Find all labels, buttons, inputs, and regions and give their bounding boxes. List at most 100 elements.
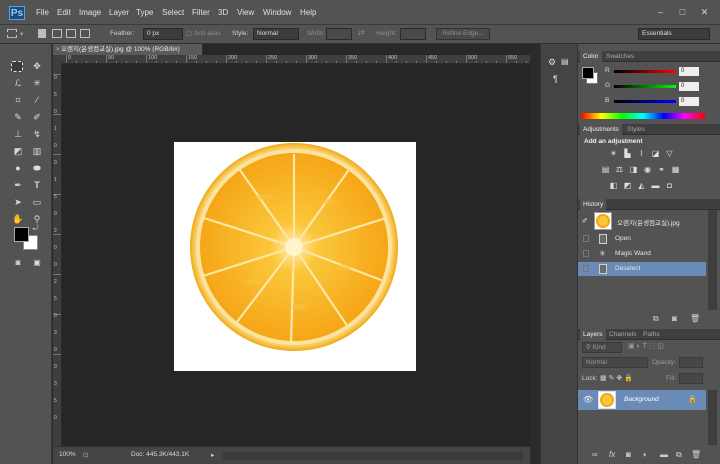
- color-fg-swatch[interactable]: [582, 67, 594, 79]
- swap-dimensions-icon[interactable]: ⇄: [358, 28, 365, 37]
- screen-mode-icon[interactable]: ▣: [30, 256, 44, 269]
- new-adjustment-layer-icon[interactable]: ◐: [643, 450, 648, 459]
- tab-adjustments[interactable]: Adjustments: [580, 124, 622, 135]
- vibrance-icon[interactable]: ▽: [664, 149, 675, 159]
- preset-dropdown-arrow-icon[interactable]: ▾: [20, 30, 23, 38]
- arrange-icon[interactable]: ▤: [561, 57, 569, 66]
- color-balance-icon[interactable]: ⚖: [614, 165, 625, 175]
- history-item-deselect[interactable]: Deselect: [578, 262, 706, 276]
- move-tool-icon[interactable]: ✥: [30, 60, 44, 73]
- gradient-tool-icon[interactable]: ▥: [30, 145, 44, 158]
- eraser-tool-icon[interactable]: ◩: [11, 145, 25, 158]
- intersect-selection-icon[interactable]: [80, 29, 90, 38]
- menu-select[interactable]: Select: [162, 8, 184, 17]
- minimize-button[interactable]: –: [655, 7, 666, 17]
- brightness-icon[interactable]: ☀: [608, 149, 619, 159]
- rectangle-tool-icon[interactable]: ▭: [30, 196, 44, 209]
- workspace-select[interactable]: Essentials: [638, 28, 710, 40]
- menu-view[interactable]: View: [237, 8, 254, 17]
- menu-layer[interactable]: Layer: [109, 8, 129, 17]
- feather-input[interactable]: 0 px: [143, 28, 183, 40]
- status-menu-arrow-icon[interactable]: ▸: [211, 451, 214, 459]
- rectangular-marquee-tool-icon[interactable]: [11, 61, 23, 72]
- close-window-button[interactable]: ✕: [699, 7, 710, 17]
- menu-edit[interactable]: Edit: [57, 8, 71, 17]
- blur-tool-icon[interactable]: ●: [11, 162, 25, 175]
- curves-icon[interactable]: ⌇: [636, 149, 647, 159]
- new-group-icon[interactable]: ▬: [660, 450, 668, 459]
- lasso-tool-icon[interactable]: ℒ: [11, 77, 25, 90]
- add-mask-icon[interactable]: ◙: [626, 450, 631, 459]
- width-input[interactable]: [326, 28, 352, 40]
- height-input[interactable]: [400, 28, 426, 40]
- posterize-icon[interactable]: ◩: [622, 181, 633, 191]
- blend-mode-select[interactable]: Normal: [582, 357, 648, 368]
- swap-colors-icon[interactable]: ⤾: [31, 224, 40, 233]
- photo-filter-icon[interactable]: ◉: [642, 165, 653, 175]
- brush-tool-icon[interactable]: ✐: [30, 111, 44, 124]
- color-lookup-icon[interactable]: ▦: [670, 165, 681, 175]
- tab-channels[interactable]: Channels: [606, 329, 639, 340]
- invert-icon[interactable]: ◧: [608, 181, 619, 191]
- layer-row-background[interactable]: 👁 Background 🔒: [578, 390, 706, 410]
- marquee-preset-icon[interactable]: [7, 29, 17, 38]
- color-spectrum-bar[interactable]: [581, 113, 705, 119]
- tab-paths[interactable]: Paths: [640, 329, 663, 340]
- history-checkbox[interactable]: [583, 250, 589, 257]
- history-checkbox[interactable]: [583, 235, 589, 242]
- black-white-icon[interactable]: ◨: [628, 165, 639, 175]
- dodge-tool-icon[interactable]: ⬬: [30, 162, 44, 175]
- document-canvas[interactable]: [174, 142, 416, 371]
- tab-history[interactable]: History: [580, 199, 607, 210]
- tab-layers[interactable]: Layers: [580, 329, 606, 340]
- clone-stamp-tool-icon[interactable]: ⊥: [11, 128, 25, 141]
- layer-filter-icons[interactable]: ▣ ◐ T ⬚ ◫: [628, 342, 664, 350]
- hand-tool-icon[interactable]: ✋: [11, 213, 25, 226]
- threshold-icon[interactable]: ◭: [636, 181, 647, 191]
- menu-window[interactable]: Window: [263, 8, 291, 17]
- new-selection-icon[interactable]: [38, 29, 46, 38]
- levels-icon[interactable]: ▙: [622, 149, 633, 159]
- add-selection-icon[interactable]: [52, 29, 62, 38]
- zoom-level[interactable]: 100%: [59, 451, 76, 458]
- gradient-map-icon[interactable]: ▬: [650, 181, 661, 191]
- history-scrollbar[interactable]: [708, 210, 717, 310]
- menu-help[interactable]: Help: [300, 8, 316, 17]
- horizontal-scrollbar[interactable]: [223, 452, 523, 460]
- layer-style-icon[interactable]: fx: [609, 450, 615, 459]
- refine-edge-button[interactable]: Refine Edge...: [436, 28, 490, 40]
- pen-tool-icon[interactable]: ✒: [11, 179, 25, 192]
- quick-mask-icon[interactable]: ◙: [11, 256, 25, 269]
- text-panel-icon[interactable]: ¶: [553, 74, 558, 84]
- red-value[interactable]: 0: [679, 67, 699, 76]
- crop-tool-icon[interactable]: ⌗: [11, 94, 25, 107]
- opacity-input[interactable]: [679, 357, 703, 368]
- layer-name[interactable]: Background: [624, 396, 659, 403]
- red-slider[interactable]: [614, 70, 676, 73]
- foreground-color-swatch[interactable]: [14, 227, 29, 242]
- history-brush-source-icon[interactable]: ✐: [582, 217, 588, 225]
- green-slider[interactable]: [614, 85, 676, 88]
- link-layers-icon[interactable]: ∞: [592, 450, 598, 459]
- menu-filter[interactable]: Filter: [192, 8, 210, 17]
- exposure-icon[interactable]: ◪: [650, 149, 661, 159]
- healing-brush-tool-icon[interactable]: ✎: [11, 111, 25, 124]
- properties-icon[interactable]: ⚙: [548, 57, 556, 68]
- document-tab[interactable]: × 오렌지(윤생컴교실).jpg @ 100% (RGB/8#): [53, 44, 203, 55]
- path-selection-tool-icon[interactable]: ➤: [11, 196, 25, 209]
- fill-input[interactable]: [679, 373, 703, 384]
- hue-saturation-icon[interactable]: ▤: [600, 165, 611, 175]
- layers-scrollbar[interactable]: [708, 390, 717, 445]
- history-item-open[interactable]: Open: [578, 232, 706, 246]
- style-select[interactable]: Normal: [253, 28, 299, 40]
- history-brush-tool-icon[interactable]: ↯: [30, 128, 44, 141]
- blue-value[interactable]: 0: [679, 97, 699, 106]
- layer-filter-kind[interactable]: ⚲ Kind: [582, 342, 622, 353]
- history-checkbox[interactable]: [583, 265, 589, 272]
- channel-mixer-icon[interactable]: ⚭: [656, 165, 667, 175]
- history-item-magic-wand[interactable]: ✳ Magic Wand: [578, 247, 706, 261]
- delete-state-icon[interactable]: 🗑: [690, 314, 700, 323]
- new-layer-icon[interactable]: ⧉: [676, 450, 682, 460]
- share-icon[interactable]: ⊡: [83, 451, 88, 459]
- lock-icons[interactable]: ▦ ✎ ✥ 🔒: [600, 374, 633, 382]
